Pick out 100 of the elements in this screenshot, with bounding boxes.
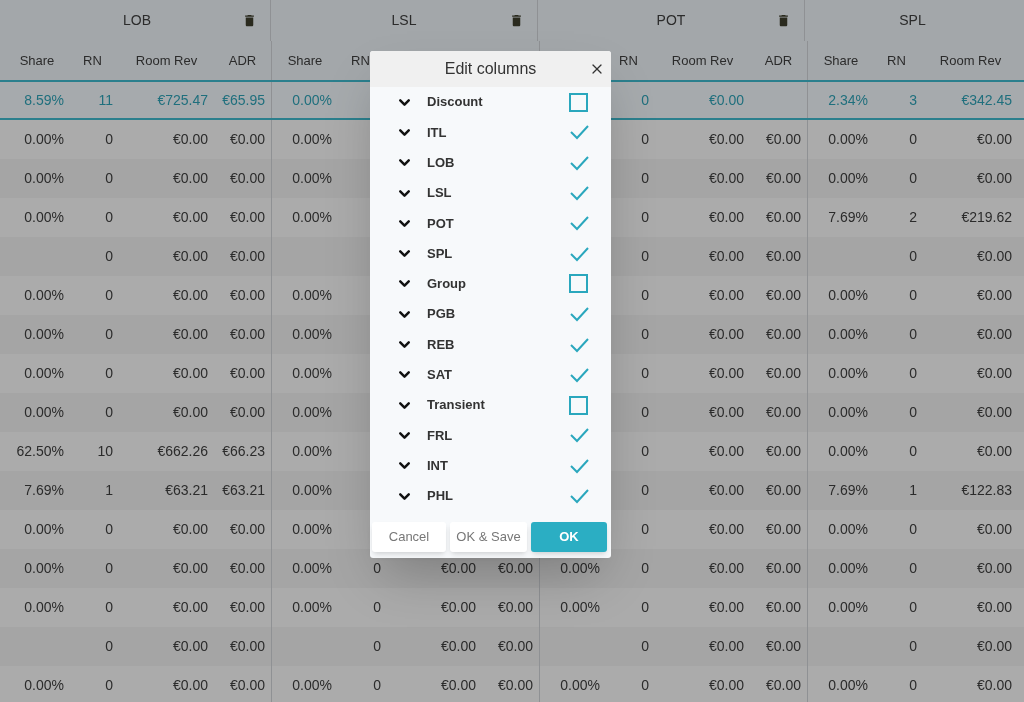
table-cell-text: 0.00% <box>560 676 600 695</box>
table-cell-text: €0.00 <box>976 286 1012 305</box>
table-cell-text: 0 <box>909 442 917 461</box>
table-cell-text: 0 <box>909 637 917 656</box>
table-cell-text: €0.00 <box>976 676 1012 695</box>
table-cell-text: 0 <box>105 364 113 383</box>
table-cell-text: 0 <box>105 520 113 539</box>
table-cell-text: €0.00 <box>976 364 1012 383</box>
table-cell-text: €342.45 <box>961 90 1012 110</box>
table-cell-text: €0.00 <box>440 676 476 695</box>
table-cell-text: 0 <box>641 325 649 344</box>
table-cell-text: 11 <box>98 90 113 110</box>
table-cell-text: €0.00 <box>708 403 744 422</box>
checkbox[interactable] <box>569 395 588 415</box>
check-icon[interactable] <box>569 457 589 474</box>
table-cell-text: 0 <box>909 520 917 539</box>
column-header[interactable]: Share <box>823 50 859 71</box>
table-cell-text: 2.34% <box>828 90 868 110</box>
column-header[interactable]: ADR <box>764 50 793 71</box>
checkbox[interactable] <box>569 274 588 294</box>
column-option[interactable]: POT <box>370 208 611 239</box>
column-header[interactable]: ADR <box>228 50 257 71</box>
table-cell-text: €0.00 <box>976 442 1012 461</box>
column-header[interactable]: RN <box>887 50 906 71</box>
check-icon[interactable] <box>569 306 589 323</box>
table-cell-text: €0.00 <box>765 208 801 227</box>
table-cell-text: 0 <box>105 403 113 422</box>
table-cell-text: €0.00 <box>765 481 801 500</box>
column-header[interactable]: Room Rev <box>671 50 734 71</box>
group-title: LOB <box>123 11 151 30</box>
column-option[interactable]: FRL <box>370 420 611 451</box>
group-title: LSL <box>391 11 417 30</box>
table-cell-text: 0.00% <box>24 364 64 383</box>
column-option[interactable]: Group <box>370 268 611 300</box>
table-cell-text: 0.00% <box>828 286 868 305</box>
trash-icon[interactable] <box>776 13 791 28</box>
table-cell-text: €0.00 <box>976 403 1012 422</box>
column-header[interactable]: Share <box>287 50 323 71</box>
table-cell-text: €0.00 <box>708 442 744 461</box>
column-option[interactable]: PGB <box>370 299 611 330</box>
column-option[interactable]: REB <box>370 329 611 360</box>
table-cell-text: €0.00 <box>229 208 265 227</box>
table-cell-text: €0.00 <box>229 637 265 656</box>
dialog-button[interactable]: Cancel <box>372 522 446 552</box>
table-cell-text: 7.69% <box>24 481 64 500</box>
column-option[interactable]: ITL <box>370 117 611 148</box>
table-cell-text: €0.00 <box>708 90 744 110</box>
table-cell-text: 0 <box>909 559 917 578</box>
trash-icon[interactable] <box>242 13 257 28</box>
check-icon[interactable] <box>569 427 589 444</box>
column-option[interactable]: PHL <box>370 480 611 512</box>
table-cell-text: €0.00 <box>765 286 801 305</box>
table-cell-text: €0.00 <box>708 676 744 695</box>
table-cell-text: 0.00% <box>24 169 64 188</box>
table-cell-text: 0.00% <box>24 208 64 227</box>
check-icon[interactable] <box>569 124 589 141</box>
column-header[interactable]: Share <box>19 50 55 71</box>
table-cell-text: 0 <box>373 598 381 617</box>
table-cell-text: 0.00% <box>24 676 64 695</box>
table-cell-text: 0 <box>909 130 917 149</box>
table-cell-text: 0 <box>641 442 649 461</box>
column-option[interactable]: Discount <box>370 87 611 118</box>
table-cell-text: €0.00 <box>765 637 801 656</box>
table-cell-text: €0.00 <box>708 481 744 500</box>
column-header[interactable]: RN <box>619 50 638 71</box>
table-cell-text: 0 <box>641 208 649 227</box>
column-option[interactable]: LSL <box>370 177 611 209</box>
table-cell-text: €0.00 <box>765 247 801 266</box>
table-cell-text: €0.00 <box>765 598 801 617</box>
check-icon[interactable] <box>569 336 589 353</box>
column-option[interactable]: LOB <box>370 147 611 178</box>
column-option[interactable]: SPL <box>370 238 611 269</box>
table-cell-text: €0.00 <box>708 286 744 305</box>
table-cell-text: €0.00 <box>976 325 1012 344</box>
check-icon[interactable] <box>569 488 589 504</box>
column-option[interactable]: Transient <box>370 389 611 421</box>
check-icon[interactable] <box>569 245 589 262</box>
table-cell-text: 0 <box>641 598 649 617</box>
checkbox[interactable] <box>569 92 588 112</box>
table-cell-text: €0.00 <box>765 403 801 422</box>
table-cell-text: 0 <box>641 364 649 383</box>
table-cell-text: 0.00% <box>828 442 868 461</box>
column-header[interactable]: RN <box>83 50 102 71</box>
check-icon[interactable] <box>569 154 589 171</box>
column-header[interactable]: Room Rev <box>135 50 198 71</box>
table-cell-text: 0 <box>105 286 113 305</box>
check-icon[interactable] <box>569 185 589 202</box>
column-header[interactable]: RN <box>351 50 370 71</box>
column-header[interactable]: Room Rev <box>939 50 1002 71</box>
check-icon[interactable] <box>569 366 589 383</box>
column-option[interactable]: INT <box>370 450 611 481</box>
table-cell-text: 0.00% <box>292 403 332 422</box>
table-cell-text: 0.00% <box>828 559 868 578</box>
column-option[interactable]: SAT <box>370 359 611 390</box>
check-icon[interactable] <box>569 215 589 232</box>
table-cell-text: €0.00 <box>172 286 208 305</box>
table-cell-text: €0.00 <box>440 598 476 617</box>
dialog-button[interactable]: OK & Save <box>450 522 527 552</box>
table-cell-text: 8.59% <box>24 90 64 110</box>
trash-icon[interactable] <box>509 13 524 28</box>
